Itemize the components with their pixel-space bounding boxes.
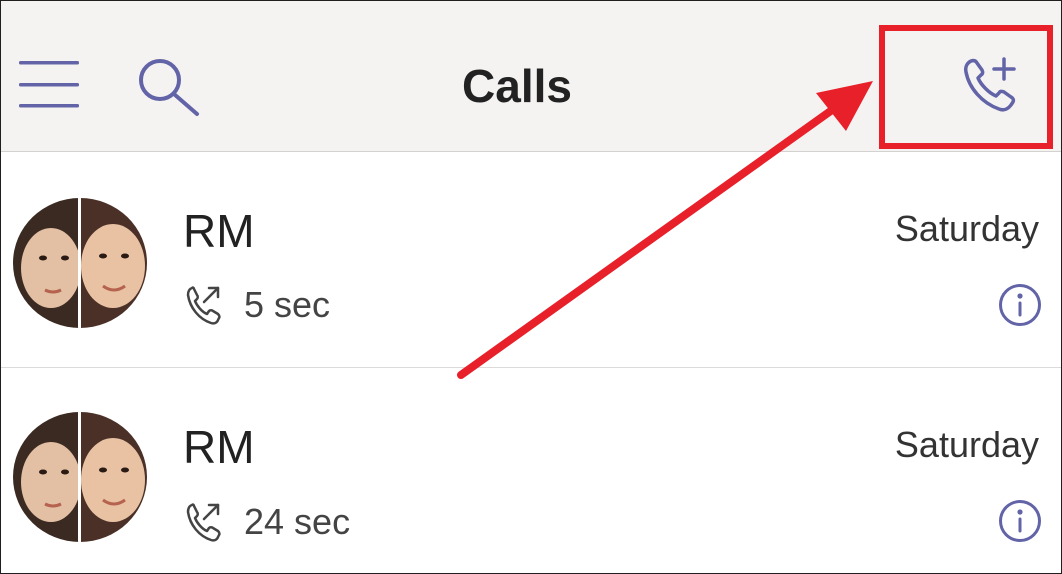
annotation-arrow	[457, 81, 873, 379]
app-frame: Calls RM 5 sec Saturday RM 24 sec Saturd…	[0, 0, 1062, 574]
